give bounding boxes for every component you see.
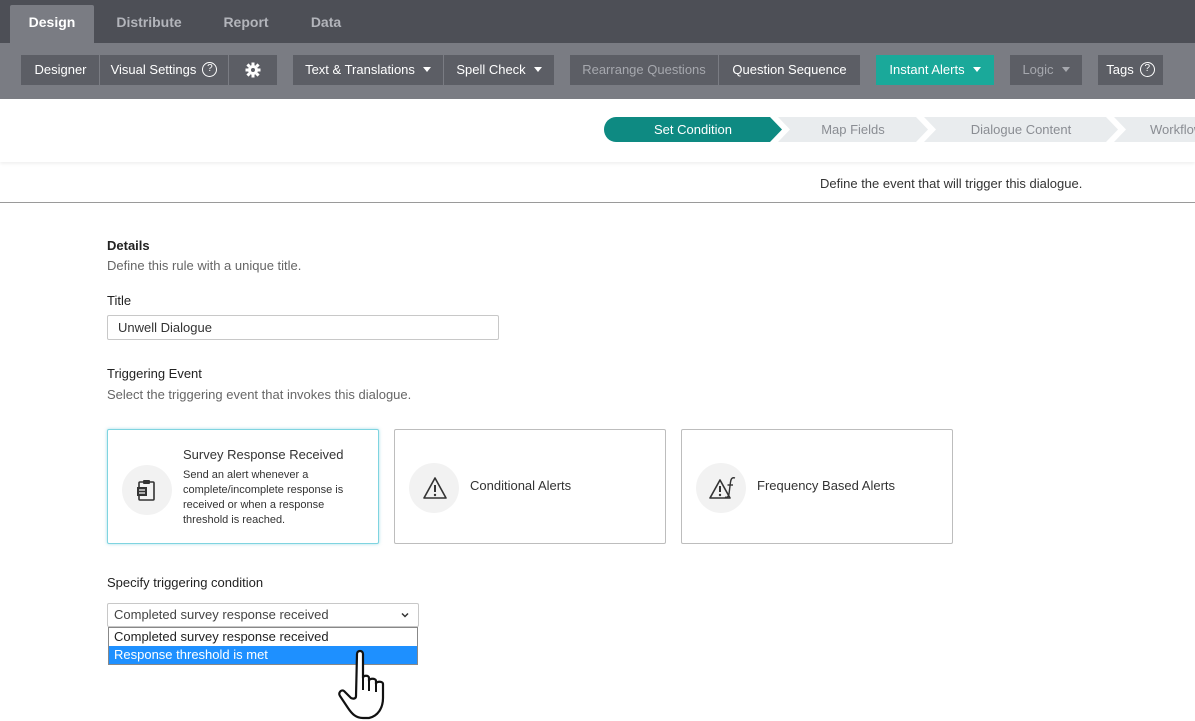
card-description: Send an alert whenever a complete/incomp… [183,469,344,526]
title-label: Title [107,293,132,308]
caret-down-icon [1061,67,1070,73]
step-hint: Define the event that will trigger this … [820,176,1083,191]
step-label: Dialogue Content [970,122,1072,137]
rearrange-questions-button[interactable]: Rearrange Questions [570,55,718,85]
design-toolbar: Designer Visual Settings? Text & Transla… [0,43,1195,99]
icon-circle [696,463,746,513]
tags-button[interactable]: Tags? [1098,55,1163,85]
clipboard-icon [137,480,155,501]
question-sequence-button[interactable]: Question Sequence [719,55,860,85]
triggering-description: Select the triggering event that invokes… [107,387,412,402]
wizard-steps: Set Condition Map Fields Dialogue Conten… [0,99,1195,162]
tags-label: Tags [1106,62,1134,77]
details-description: Define this rule with a unique title. [107,258,302,273]
condition-selected-value: Completed survey response received [114,607,329,622]
visual-settings-label: Visual Settings [110,62,197,77]
icon-circle [409,463,459,513]
rearrange-questions-label: Rearrange Questions [582,62,706,77]
top-navigation: Design Distribute Report Data [0,0,1195,43]
settings-button[interactable] [229,55,277,85]
step-label: Workflow [1150,122,1195,137]
tab-design[interactable]: Design [10,5,94,43]
step-hint-bar: Define the event that will trigger this … [0,162,1195,203]
logic-label: Logic [1022,62,1054,77]
card-title: Survey Response Received [183,447,344,462]
condition-select[interactable]: Completed survey response received [107,603,419,627]
card-title: Frequency Based Alerts [757,478,896,493]
hand-pointer-icon [338,649,385,720]
triggering-heading: Triggering Event [107,366,202,381]
step-map-fields[interactable]: Map Fields [778,117,928,142]
instant-alerts-label: Instant Alerts [889,62,965,77]
caret-down-icon [972,67,981,73]
step-dialogue-content[interactable]: Dialogue Content [924,117,1118,142]
designer-label: Designer [34,62,87,77]
instant-alerts-dropdown[interactable]: Instant Alerts [876,55,994,85]
text-translations-label: Text & Translations [305,62,415,77]
logic-dropdown[interactable]: Logic [1010,55,1082,85]
card-frequency-based-alerts[interactable]: Frequency Based Alerts [681,429,953,544]
details-heading: Details [107,238,150,253]
icon-circle [122,465,172,515]
step-set-condition[interactable]: Set Condition [604,117,782,142]
chevron-down-icon [401,612,409,618]
step-label: Map Fields [821,122,885,137]
text-translations-dropdown[interactable]: Text & Translations [293,55,443,85]
card-conditional-alerts[interactable]: Conditional Alerts [394,429,666,544]
condition-heading: Specify triggering condition [107,575,264,590]
designer-button[interactable]: Designer [21,55,100,85]
tab-report[interactable]: Report [206,5,286,43]
spell-check-label: Spell Check [456,62,526,77]
warning-icon [423,477,447,499]
step-label: Set Condition [653,122,733,137]
help-icon[interactable]: ? [1139,62,1155,78]
tab-distribute[interactable]: Distribute [104,5,194,43]
visual-settings-button[interactable]: Visual Settings? [100,55,228,85]
card-survey-response-received[interactable]: Survey Response Received Send an alert w… [107,429,379,544]
tab-data[interactable]: Data [298,5,354,43]
option-completed-response[interactable]: Completed survey response received [109,628,417,646]
caret-down-icon [422,67,431,73]
spell-check-dropdown[interactable]: Spell Check [444,55,554,85]
gear-icon [245,62,261,78]
caret-down-icon [533,67,542,73]
help-icon[interactable]: ? [202,62,218,78]
question-sequence-label: Question Sequence [732,62,847,77]
step-workflow[interactable]: Workflow [1114,117,1195,142]
warning-function-icon [709,477,736,499]
title-input[interactable] [107,315,499,340]
card-title: Conditional Alerts [470,478,572,493]
